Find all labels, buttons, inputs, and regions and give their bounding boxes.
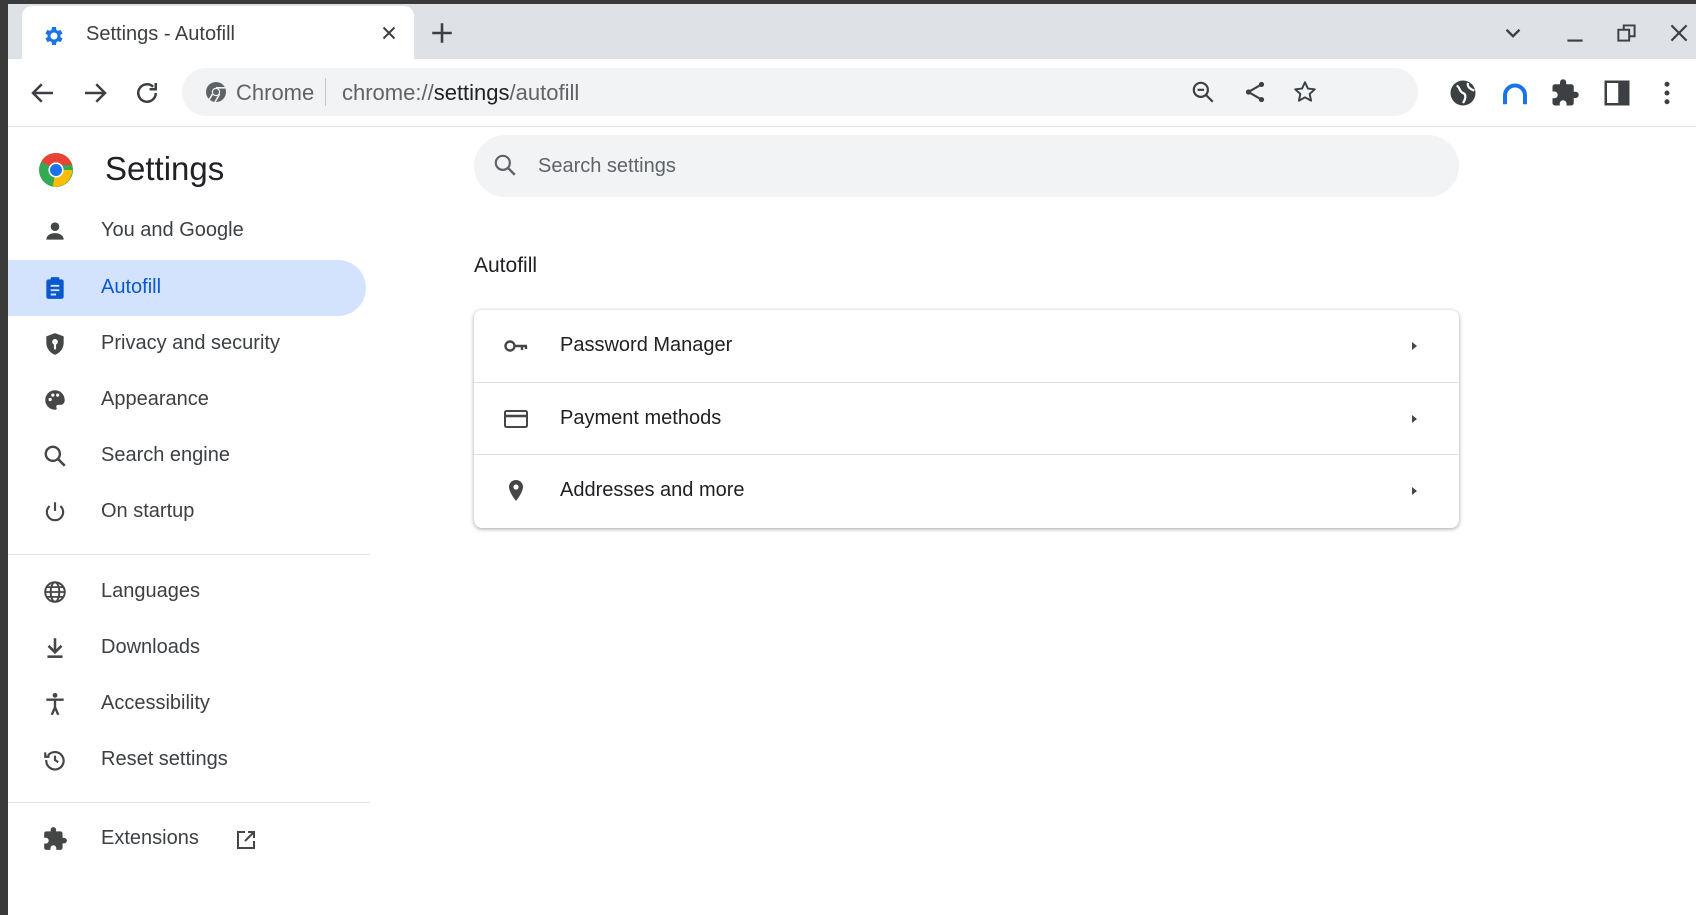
sidebar-item-label: Extensions bbox=[101, 827, 199, 849]
sidebar-item-downloads[interactable]: Downloads bbox=[8, 620, 366, 676]
settings-sidebar: Settings You and Google Autofill Privacy bbox=[8, 128, 378, 915]
tab-strip: Settings - Autofill bbox=[8, 4, 1696, 59]
sidebar-divider bbox=[8, 554, 370, 555]
gear-icon bbox=[45, 27, 63, 45]
settings-search-bar[interactable] bbox=[474, 135, 1459, 197]
extensions-puzzle-icon[interactable] bbox=[1550, 78, 1580, 108]
sidebar-item-label: You and Google bbox=[101, 219, 244, 241]
search-icon bbox=[44, 445, 66, 467]
sidebar-item-label: Languages bbox=[101, 580, 200, 602]
browser-window: Settings - Autofill Chrome chrome://sett… bbox=[8, 4, 1696, 915]
sidebar-item-accessibility[interactable]: Accessibility bbox=[8, 676, 366, 732]
person-icon bbox=[46, 222, 64, 240]
sidebar-item-extensions[interactable]: Extensions bbox=[8, 811, 366, 867]
restore-icon[interactable] bbox=[1614, 20, 1640, 46]
arrow-right-icon bbox=[1412, 415, 1417, 423]
row-label: Addresses and more bbox=[560, 479, 745, 501]
minimize-icon[interactable] bbox=[1562, 20, 1588, 46]
search-icon bbox=[494, 154, 516, 176]
tab-title: Settings - Autofill bbox=[86, 23, 235, 45]
settings-title: Settings bbox=[105, 150, 225, 187]
new-tab-icon[interactable] bbox=[429, 20, 455, 46]
more-menu-icon[interactable] bbox=[1652, 78, 1682, 108]
arrow-right-icon bbox=[1412, 342, 1417, 350]
sidebar-item-label: Autofill bbox=[101, 276, 162, 298]
sidebar-item-autofill[interactable]: Autofill bbox=[8, 260, 366, 316]
url-text[interactable]: chrome://settings/autofill bbox=[342, 80, 579, 106]
bookmark-star-icon[interactable] bbox=[1292, 79, 1318, 105]
open-in-new-icon bbox=[237, 831, 255, 849]
accessibility-icon bbox=[46, 692, 64, 716]
globe-icon bbox=[44, 581, 66, 603]
zoom-icon[interactable] bbox=[1190, 79, 1216, 105]
sidebar-item-label: On startup bbox=[101, 500, 195, 522]
arrow-right-icon bbox=[1412, 487, 1417, 495]
row-password-manager[interactable]: Password Manager bbox=[474, 310, 1459, 382]
sidebar-item-on-startup[interactable]: On startup bbox=[8, 484, 366, 540]
tab-search-chevron-icon[interactable] bbox=[1500, 20, 1526, 46]
credit-card-icon bbox=[504, 410, 528, 428]
sidebar-item-search-engine[interactable]: Search engine bbox=[8, 428, 366, 484]
address-bar[interactable]: Chrome chrome://settings/autofill bbox=[182, 68, 1418, 116]
search-settings-input[interactable] bbox=[538, 149, 1418, 183]
key-icon bbox=[504, 340, 528, 352]
sidebar-item-languages[interactable]: Languages bbox=[8, 564, 366, 620]
omnibox-separator bbox=[325, 78, 326, 106]
puzzle-icon bbox=[44, 827, 67, 850]
sidebar-item-label: Privacy and security bbox=[101, 332, 280, 354]
row-label: Password Manager bbox=[560, 334, 733, 356]
share-icon[interactable] bbox=[1242, 79, 1268, 105]
row-label: Payment methods bbox=[560, 407, 722, 429]
power-icon bbox=[45, 502, 65, 522]
sidebar-item-label: Search engine bbox=[101, 444, 230, 466]
sidebar-item-reset-settings[interactable]: Reset settings bbox=[8, 732, 366, 788]
side-panel-icon[interactable] bbox=[1602, 78, 1632, 108]
location-pin-icon bbox=[509, 480, 523, 501]
tab-settings-autofill[interactable]: Settings - Autofill bbox=[22, 6, 414, 59]
extension-globe-icon[interactable] bbox=[1448, 78, 1478, 108]
reload-icon[interactable] bbox=[132, 78, 162, 108]
row-payment-methods[interactable]: Payment methods bbox=[474, 382, 1459, 454]
download-icon bbox=[47, 638, 63, 658]
autofill-card: Password Manager Payment methods Address… bbox=[474, 310, 1459, 528]
close-tab-icon[interactable] bbox=[378, 22, 400, 44]
sidebar-item-label: Accessibility bbox=[101, 692, 210, 714]
toolbar: Chrome chrome://settings/autofill bbox=[8, 59, 1696, 127]
sidebar-item-appearance[interactable]: Appearance bbox=[8, 372, 366, 428]
sidebar-divider bbox=[8, 802, 370, 803]
sidebar-item-you-and-google[interactable]: You and Google bbox=[8, 203, 366, 259]
chrome-icon bbox=[206, 82, 226, 103]
forward-arrow-icon[interactable] bbox=[80, 78, 110, 108]
history-icon bbox=[44, 751, 65, 771]
sidebar-item-privacy-and-security[interactable]: Privacy and security bbox=[8, 316, 366, 372]
palette-icon bbox=[45, 390, 65, 410]
clipboard-icon bbox=[46, 277, 64, 299]
site-chip-label: Chrome bbox=[236, 80, 315, 105]
sidebar-item-label: Downloads bbox=[101, 636, 200, 658]
sidebar-item-label: Reset settings bbox=[101, 748, 228, 770]
section-title-autofill: Autofill bbox=[474, 254, 538, 277]
shield-icon bbox=[46, 333, 64, 355]
back-arrow-icon[interactable] bbox=[28, 78, 58, 108]
chrome-logo-icon bbox=[39, 152, 73, 187]
close-window-icon[interactable] bbox=[1666, 20, 1692, 46]
row-addresses-and-more[interactable]: Addresses and more bbox=[474, 454, 1459, 526]
extension-arc-icon[interactable] bbox=[1500, 78, 1530, 108]
sidebar-item-label: Appearance bbox=[101, 388, 209, 410]
